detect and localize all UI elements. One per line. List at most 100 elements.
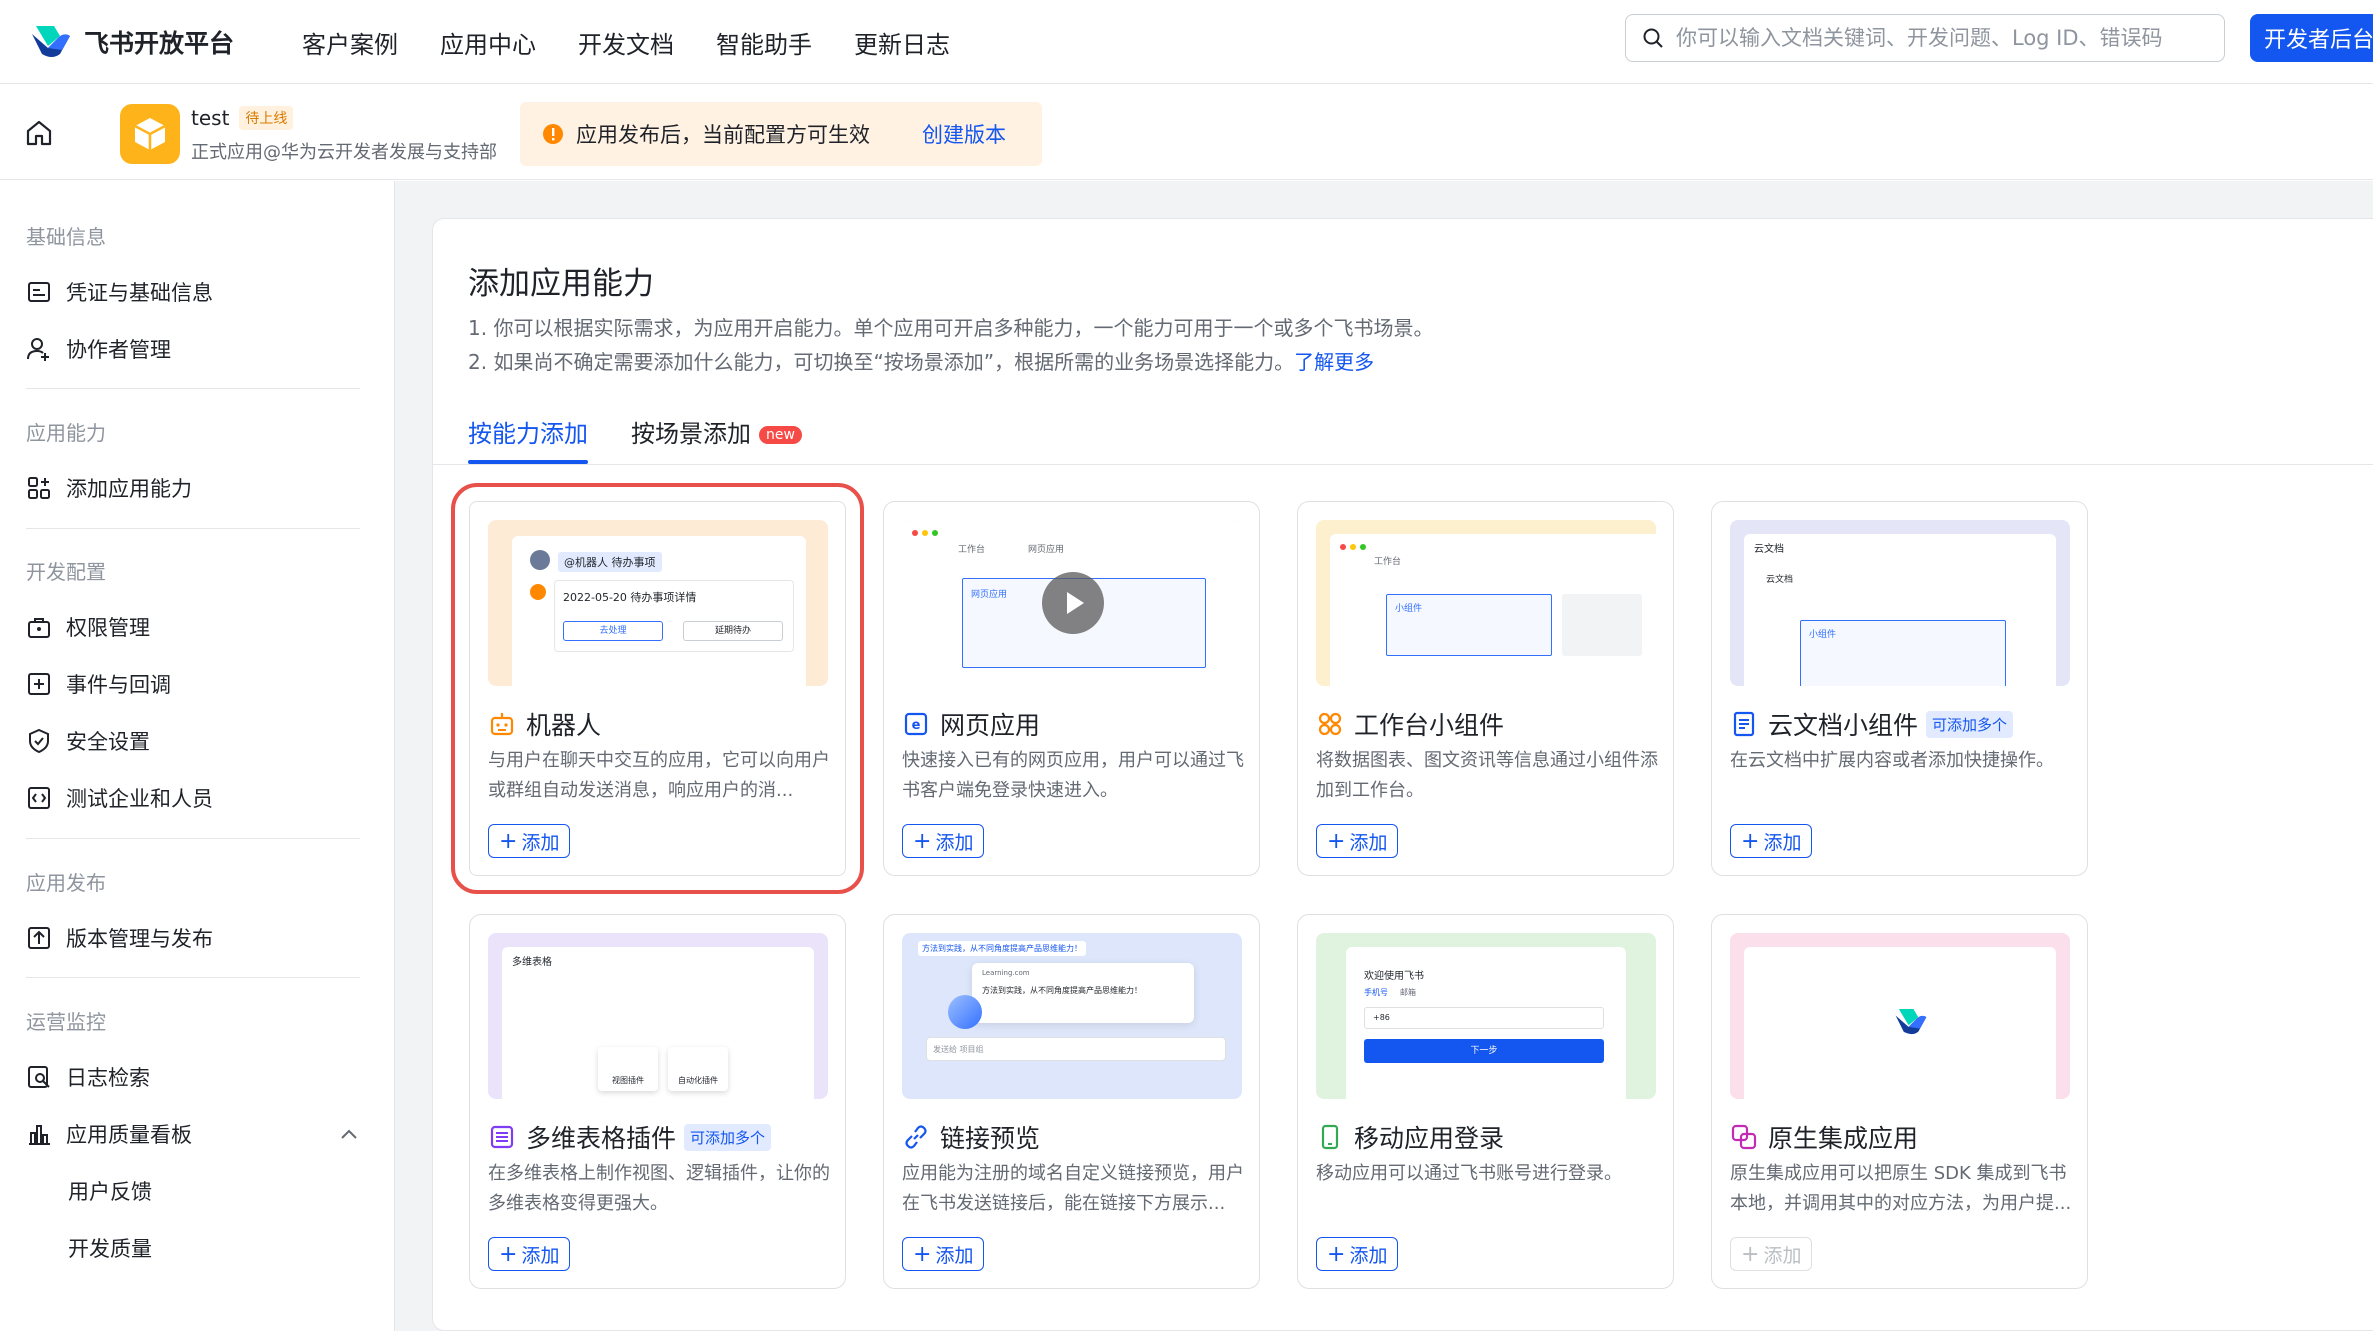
apps-add-icon [28, 477, 50, 499]
preview-title: 多维表格 [512, 957, 552, 968]
sidebar-item-user-feedback[interactable]: 用户反馈 [68, 1176, 152, 1206]
add-base-plugin-button[interactable]: + 添加 [488, 1237, 571, 1271]
sidebar-item-test-tenant[interactable]: 测试企业和人员 [26, 783, 213, 813]
card-description: 在云文档中扩展内容或者添加快捷操作。 [1730, 750, 2054, 771]
nav-ai-assistant[interactable]: 智能助手 [716, 25, 812, 60]
preview-phone-input: +86 [1364, 1007, 1604, 1029]
plus-icon: + [1741, 828, 1760, 854]
preview-window: 多维表格 视图插件 自动化插件 [502, 947, 814, 1099]
sidebar-item-label: 添加应用能力 [66, 477, 192, 501]
window-dot [1360, 544, 1366, 550]
sidebar-divider [26, 838, 360, 839]
preview-window: @机器人 待办事项 2022-05-20 待办事项详情 去处理 延期待办 [512, 536, 806, 686]
sidebar-item-quality-dashboard[interactable]: 应用质量看板 [26, 1119, 192, 1149]
card-title: 工作台小组件 [1316, 706, 1504, 742]
preview-window: 工作台 网页应用 网页应用 [902, 520, 1242, 686]
preview-plugin: 视图插件 [598, 1047, 658, 1091]
doc-widget-preview: 云文档 云文档 小组件 [1730, 520, 2070, 686]
preview-card: 2022-05-20 待办事项详情 去处理 延期待办 [554, 580, 794, 652]
sidebar-item-label: 权限管理 [66, 616, 150, 640]
plus-icon: + [499, 1241, 518, 1267]
page-title: 添加应用能力 [468, 266, 654, 302]
sidebar-item-permissions[interactable]: 权限管理 [26, 612, 150, 642]
sidebar-item-dev-quality[interactable]: 开发质量 [68, 1233, 152, 1263]
app-avatar [120, 104, 180, 164]
developer-console-button[interactable]: 开发者后台 [2250, 14, 2373, 62]
add-web-app-button[interactable]: + 添加 [902, 824, 985, 858]
chevron-up-icon[interactable] [340, 1128, 358, 1140]
add-doc-widget-button[interactable]: + 添加 [1730, 824, 1813, 858]
sidebar-divider [26, 388, 360, 389]
sidebar-item-versions[interactable]: 版本管理与发布 [26, 923, 213, 953]
add-label: 添加 [1763, 1244, 1802, 1267]
preview-block [1562, 594, 1642, 656]
window-dot [922, 530, 928, 536]
sidebar-item-events[interactable]: 事件与回调 [26, 669, 171, 699]
nav-app-center[interactable]: 应用中心 [440, 25, 536, 60]
upload-icon [28, 927, 50, 949]
add-link-preview-button[interactable]: + 添加 [902, 1237, 985, 1271]
main-nav: 客户案例 应用中心 开发文档 智能助手 更新日志 [302, 0, 992, 84]
plus-icon: + [1741, 1241, 1760, 1267]
brand-name: 飞书开放平台 [84, 29, 235, 58]
add-label: 添加 [1763, 831, 1802, 854]
sidebar-divider [26, 528, 360, 529]
search-box[interactable] [1625, 14, 2225, 62]
sidebar-section-capability: 应用能力 [26, 421, 106, 445]
window-dot [1340, 544, 1346, 550]
card-title-text: 链接预览 [940, 1124, 1041, 1153]
home-icon[interactable] [24, 118, 54, 148]
create-version-link[interactable]: 创建版本 [922, 119, 1006, 149]
native-icon [1731, 1124, 1757, 1150]
capability-card-link-preview[interactable]: 发送给 项目组 方法到实践，从不同角度提高产品思维能力！ Learning.co… [883, 914, 1260, 1289]
preview-title: 云文档 [1754, 544, 1784, 555]
sidebar-item-add-capability[interactable]: 添加应用能力 [26, 473, 192, 503]
sidebar-item-label: 测试企业和人员 [66, 787, 213, 811]
app-name-row: test 待上线 [191, 106, 294, 130]
notice-text: 应用发布后，当前配置方可生效 [576, 123, 870, 147]
preview-window: 工作台 小组件 [1330, 534, 1656, 686]
learn-more-link[interactable]: 了解更多 [1294, 350, 1374, 374]
capability-card-robot[interactable]: @机器人 待办事项 2022-05-20 待办事项详情 去处理 延期待办 机器人… [451, 483, 864, 894]
nav-changelog[interactable]: 更新日志 [854, 25, 950, 60]
sidebar-item-label: 版本管理与发布 [66, 927, 213, 951]
tab-by-capability[interactable]: 按能力添加 [468, 414, 588, 449]
capability-card-workplace-widget[interactable]: 工作台 小组件 工作台小组件 将数据图表、图文资讯等信息通过小组件添加到工作台。… [1297, 501, 1674, 876]
brand-logo[interactable]: 飞书开放平台 [30, 20, 234, 64]
preview-plugin: 自动化插件 [668, 1047, 728, 1091]
tab-divider [432, 464, 2373, 465]
preview-line: 2022-05-20 待办事项详情 [563, 591, 697, 604]
base-icon [490, 1125, 514, 1149]
capability-card-web-app[interactable]: 工作台 网页应用 网页应用 e 网页应用 快速接入已有的网页应用，用户可以通过飞… [883, 501, 1260, 876]
sidebar-item-log-search[interactable]: 日志检索 [26, 1062, 150, 1092]
sidebar-item-security[interactable]: 安全设置 [26, 726, 150, 756]
nav-dev-docs[interactable]: 开发文档 [578, 25, 674, 60]
card-title: 链接预览 [902, 1119, 1040, 1155]
add-workplace-widget-button[interactable]: + 添加 [1316, 824, 1399, 858]
capability-card-mobile-login[interactable]: 欢迎使用飞书 手机号 邮箱 +86 下一步 移动应用登录 移动应用可以通过飞书账… [1297, 914, 1674, 1289]
robot-preview: @机器人 待办事项 2022-05-20 待办事项详情 去处理 延期待办 [488, 520, 828, 686]
sidebar-item-credentials[interactable]: 凭证与基础信息 [26, 277, 213, 307]
card-description: 快速接入已有的网页应用，用户可以通过飞书客户端免登录快速进入。 [902, 750, 1244, 801]
capability-card-native-app[interactable]: 原生集成应用 原生集成应用可以把原生 SDK 集成到飞书本地，并调用其中的对应方… [1711, 914, 2088, 1289]
mobile-icon [1321, 1124, 1339, 1150]
add-robot-button[interactable]: + 添加 [488, 824, 571, 858]
preview-body: 方法到实践，从不同角度提高产品思维能力！ [982, 986, 1142, 995]
play-icon[interactable] [1042, 572, 1104, 634]
search-input[interactable] [1676, 26, 2196, 50]
preview-link-card: Learning.com 方法到实践，从不同角度提高产品思维能力！ [972, 963, 1194, 1023]
add-mobile-login-button[interactable]: + 添加 [1316, 1237, 1399, 1271]
tab-by-scenario[interactable]: 按场景添加 new [631, 414, 802, 449]
sidebar-item-label: 协作者管理 [66, 338, 171, 362]
nav-customer-cases[interactable]: 客户案例 [302, 25, 398, 60]
app-description: 正式应用@华为云开发者发展与支持部 [191, 142, 497, 163]
feishu-logo-icon [1895, 1009, 1927, 1035]
window-dot [932, 530, 938, 536]
capability-card-base-plugin[interactable]: 多维表格 视图插件 自动化插件 多维表格插件 可添加多个 在多维表格上制作视图、… [469, 914, 846, 1289]
shield-icon [29, 728, 49, 754]
preview-domain: Learning.com [982, 969, 1030, 977]
add-native-app-button[interactable]: + 添加 [1730, 1237, 1813, 1271]
sidebar-item-collaborators[interactable]: 协作者管理 [26, 334, 171, 364]
preview-btn-defer: 延期待办 [683, 621, 783, 641]
capability-card-doc-widget[interactable]: 云文档 云文档 小组件 云文档小组件 可添加多个 在云文档中扩展内容或者添加快捷… [1711, 501, 2088, 876]
